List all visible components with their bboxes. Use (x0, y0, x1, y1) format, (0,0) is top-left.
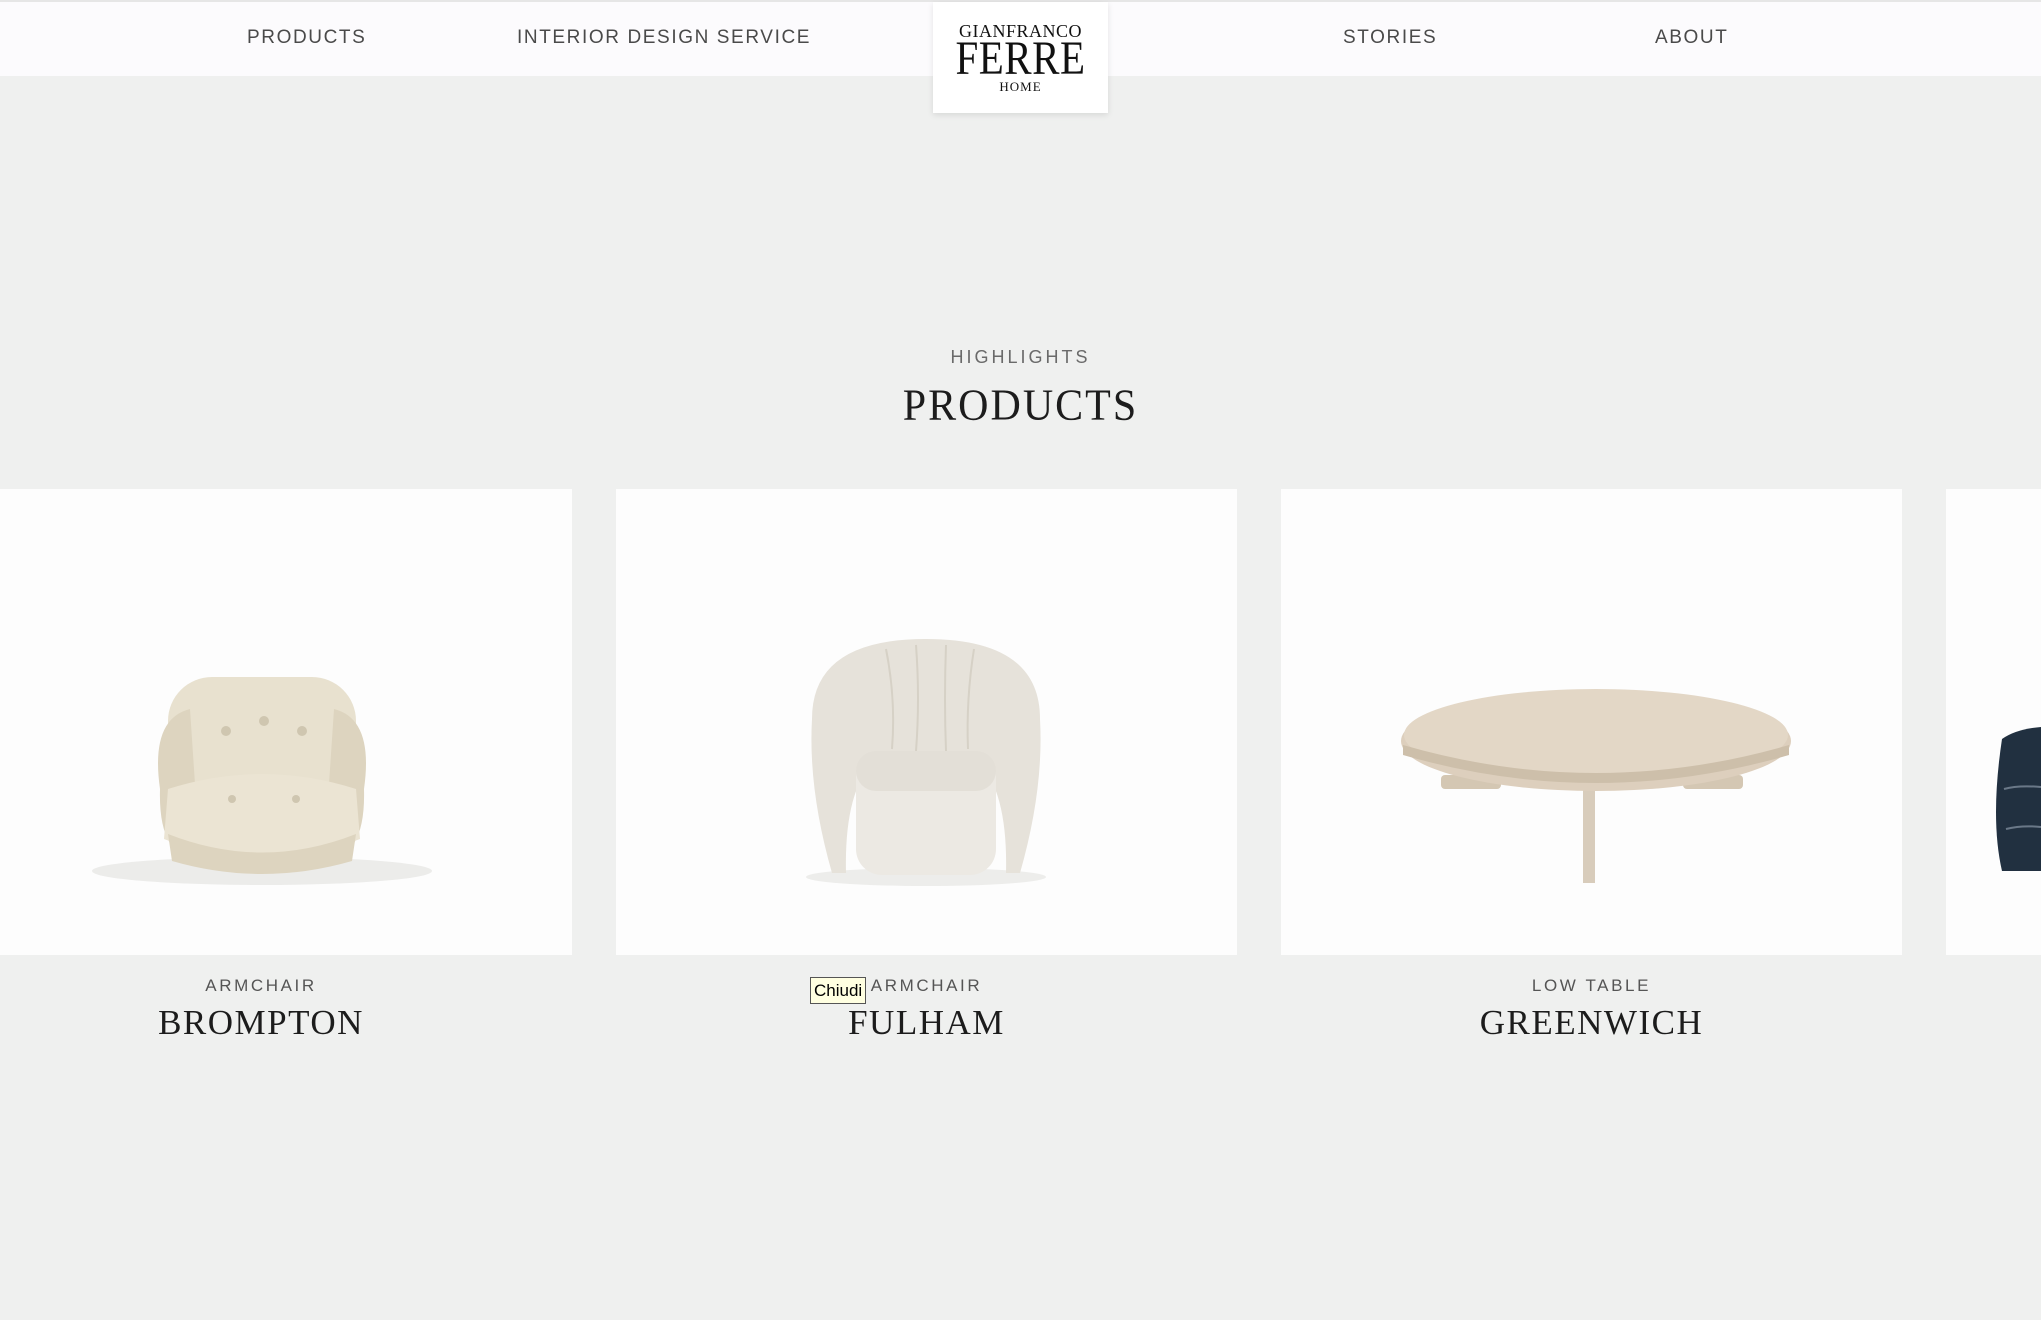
page: PRODUCTS INTERIOR DESIGN SERVICE STORIES… (0, 0, 2041, 1320)
blue-armchair-image (1996, 727, 2041, 871)
nav-interior-design-service[interactable]: INTERIOR DESIGN SERVICE (517, 27, 811, 49)
brand-logo[interactable]: GIANFRANCO FERRE HOME (933, 2, 1108, 113)
close-tooltip: Chiudi (810, 977, 867, 1004)
product-card-fulham[interactable] (616, 489, 1237, 955)
nav-about[interactable]: ABOUT (1655, 27, 1728, 49)
nav-products[interactable]: PRODUCTS (247, 27, 366, 49)
product-name-greenwich[interactable]: GREENWICH (1281, 1003, 1902, 1043)
logo-text-main: FERRE (955, 31, 1086, 84)
product-category-brompton: ARMCHAIR (205, 976, 317, 995)
fulham-armchair-image (806, 639, 1046, 886)
product-name-fulham[interactable]: FULHAM (616, 1003, 1237, 1043)
product-card-partial[interactable] (1946, 489, 2041, 955)
section-title: PRODUCTS (902, 381, 1139, 431)
brompton-armchair-image (92, 677, 432, 885)
section-eyebrow: HIGHLIGHTS (950, 347, 1091, 367)
product-category-greenwich: LOW TABLE (1531, 976, 1652, 995)
product-name-brompton[interactable]: BROMPTON (0, 1003, 522, 1043)
greenwich-low-table-image (1401, 689, 1791, 883)
product-card-greenwich[interactable] (1281, 489, 1902, 955)
product-category-fulham: ARMCHAIR (870, 976, 983, 995)
nav-stories[interactable]: STORIES (1343, 27, 1437, 49)
product-card-brompton[interactable] (0, 489, 572, 955)
